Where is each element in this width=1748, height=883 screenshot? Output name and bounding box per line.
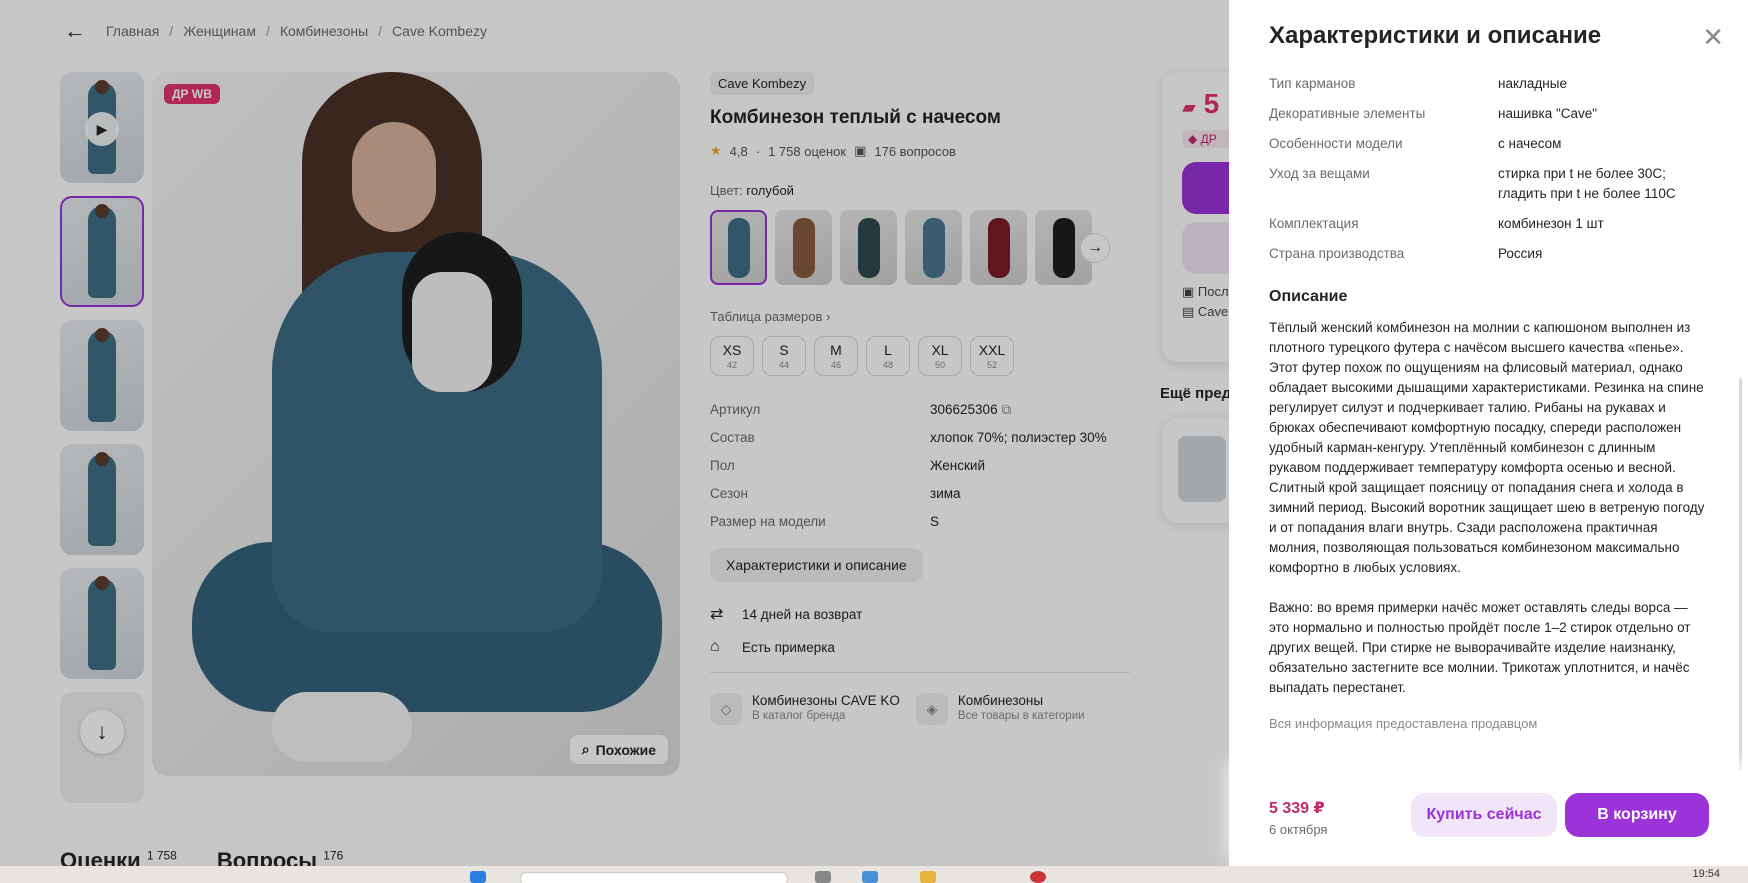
characteristic-value: комбинезон 1 шт [1498, 216, 1604, 231]
characteristics-list: Тип карманов накладные Декоративные элемен… [1269, 74, 1709, 264]
characteristic-value: стирка при t не более 30С; гладить при t… [1498, 166, 1676, 201]
characteristic-row: Тип карманов накладные [1269, 74, 1709, 94]
drawer-buy-bar: 5 339 ₽ 6 октября Купить сейчас В корзин… [1229, 770, 1748, 866]
characteristic-key: Комплектация [1269, 214, 1498, 234]
taskbar-app-icon[interactable] [920, 871, 936, 883]
characteristic-key: Декоративные элементы [1269, 104, 1498, 124]
taskbar-search[interactable] [520, 872, 788, 883]
characteristic-row: Страна производства Россия [1269, 244, 1709, 264]
os-taskbar: 19:54 [0, 866, 1748, 883]
characteristic-row: Особенности модели с начесом [1269, 134, 1709, 154]
taskbar-app-icon[interactable] [1030, 871, 1046, 883]
seller-note: Вся информация предоставлена продавцом [1269, 716, 1538, 731]
delivery-date: 6 октября [1269, 822, 1328, 837]
taskbar-clock: 19:54 [1692, 868, 1720, 880]
description-note: Важно: во время примерки начёс может ост… [1269, 600, 1691, 695]
taskbar-app-icon[interactable] [815, 871, 831, 883]
description-text: Тёплый женский комбинезон на молнии с ка… [1269, 320, 1705, 575]
characteristic-value: с начесом [1498, 136, 1562, 151]
drawer-price: 5 339 ₽ [1269, 800, 1325, 817]
description-title: Описание [1269, 288, 1348, 305]
drawer-scrollbar[interactable] [1739, 378, 1742, 770]
buy-now-button[interactable]: Купить сейчас [1411, 793, 1557, 837]
characteristic-key: Уход за вещами [1269, 164, 1498, 204]
characteristic-key: Особенности модели [1269, 134, 1498, 154]
close-icon[interactable]: ✕ [1702, 22, 1724, 53]
characteristic-value: накладные [1498, 76, 1567, 91]
characteristics-drawer: Характеристики и описание ✕ Тип карманов… [1229, 0, 1748, 866]
characteristic-value: нашивка "Cave" [1498, 106, 1598, 121]
taskbar-app-icon[interactable] [862, 871, 878, 883]
characteristic-row: Декоративные элементы нашивка "Cave" [1269, 104, 1709, 124]
characteristic-value: Россия [1498, 246, 1543, 261]
characteristic-row: Уход за вещами стирка при t не более 30С;… [1269, 164, 1709, 204]
characteristic-key: Тип карманов [1269, 74, 1498, 94]
drawer-content: Тип карманов накладные Декоративные элемен… [1269, 74, 1709, 731]
drawer-title: Характеристики и описание [1269, 22, 1602, 49]
characteristic-key: Страна производства [1269, 244, 1498, 264]
add-to-cart-button[interactable]: В корзину [1565, 793, 1709, 837]
windows-start-icon[interactable] [470, 871, 486, 883]
characteristic-row: Комплектация комбинезон 1 шт [1269, 214, 1709, 234]
